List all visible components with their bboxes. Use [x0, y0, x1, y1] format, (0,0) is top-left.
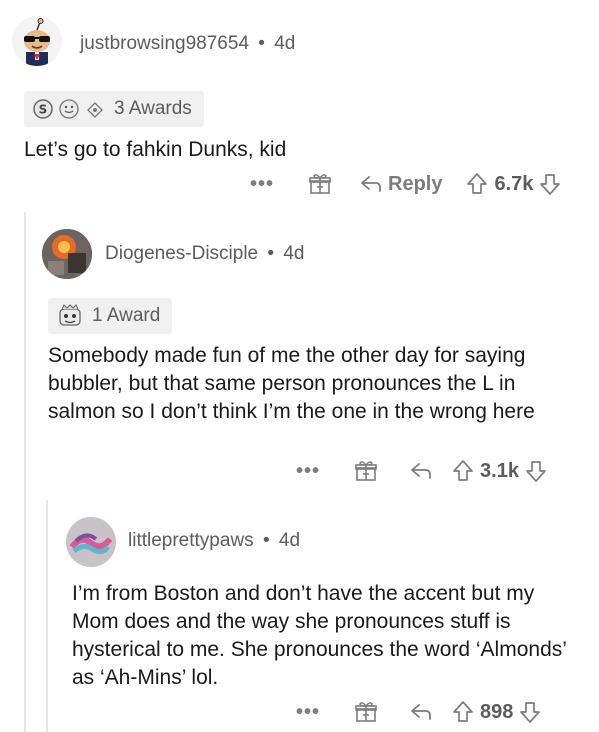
separator: •	[258, 33, 265, 54]
avatar[interactable]	[42, 229, 92, 279]
thread-line-level-1[interactable]	[24, 212, 26, 732]
awards-count: 3 Awards	[114, 98, 192, 119]
svg-text:S: S	[39, 103, 48, 117]
vote-score: 898	[480, 700, 514, 723]
downvote-icon[interactable]	[539, 172, 561, 196]
reply-button[interactable]	[410, 702, 432, 722]
snoo-avatar	[12, 16, 62, 66]
comment-body: I’m from Boston and don’t have the accen…	[72, 582, 567, 689]
silver-award-icon: S	[33, 99, 53, 119]
vote-score: 3.1k	[480, 459, 519, 482]
upvote-icon[interactable]	[452, 700, 474, 724]
award-icon	[59, 304, 81, 326]
thread-line-level-2[interactable]	[46, 500, 48, 732]
awards-count: 1 Award	[92, 305, 161, 326]
gift-icon[interactable]	[308, 172, 332, 196]
avatar[interactable]	[12, 16, 62, 66]
downvote-icon[interactable]	[525, 459, 547, 483]
upvote-icon[interactable]	[466, 172, 488, 196]
comment-actions: ••• Reply 6.7k	[250, 169, 561, 199]
separator: •	[262, 530, 270, 551]
comment-actions: ••• 898	[296, 697, 541, 727]
upvote-icon[interactable]	[452, 459, 474, 483]
helpful-award-icon	[59, 99, 79, 119]
comment-header: Diogenes-Disciple • 4d	[105, 243, 304, 265]
more-options-button[interactable]: •••	[296, 701, 320, 724]
reply-label: Reply	[388, 172, 443, 195]
comment-actions: ••• 3.1k	[296, 456, 547, 486]
awards-badge[interactable]: 1 Award	[48, 298, 173, 334]
comment-age: 4d	[278, 530, 301, 551]
username[interactable]: littleprettypaws	[128, 530, 254, 551]
more-options-button[interactable]: •••	[250, 173, 274, 196]
comment-age: 4d	[283, 243, 305, 264]
gift-icon[interactable]	[354, 700, 378, 724]
comment-body: Somebody made fun of me the other day fo…	[48, 344, 535, 423]
vote-score: 6.7k	[494, 172, 534, 195]
awards-badge[interactable]: S 3 Awards	[24, 91, 204, 127]
wholesome-award-icon	[87, 102, 103, 118]
reply-button[interactable]: Reply	[360, 173, 442, 196]
reply-icon	[361, 176, 381, 192]
comment-body: Let’s go to fahkin Dunks, kid	[24, 138, 287, 161]
separator: •	[267, 243, 275, 264]
reply-button[interactable]	[410, 461, 432, 481]
comment-age: 4d	[274, 33, 296, 54]
comment-header: justbrowsing987654 • 4d	[80, 33, 295, 55]
comment-header: littleprettypaws • 4d	[128, 530, 300, 552]
user-avatar-image	[42, 229, 92, 279]
reply-icon	[411, 704, 431, 720]
reply-icon	[411, 463, 431, 479]
user-avatar-image	[66, 517, 116, 567]
username[interactable]: justbrowsing987654	[80, 33, 249, 54]
username[interactable]: Diogenes-Disciple	[105, 243, 258, 264]
avatar[interactable]	[66, 517, 116, 567]
gift-icon[interactable]	[354, 459, 378, 483]
downvote-icon[interactable]	[519, 700, 541, 724]
more-options-button[interactable]: •••	[296, 460, 320, 483]
